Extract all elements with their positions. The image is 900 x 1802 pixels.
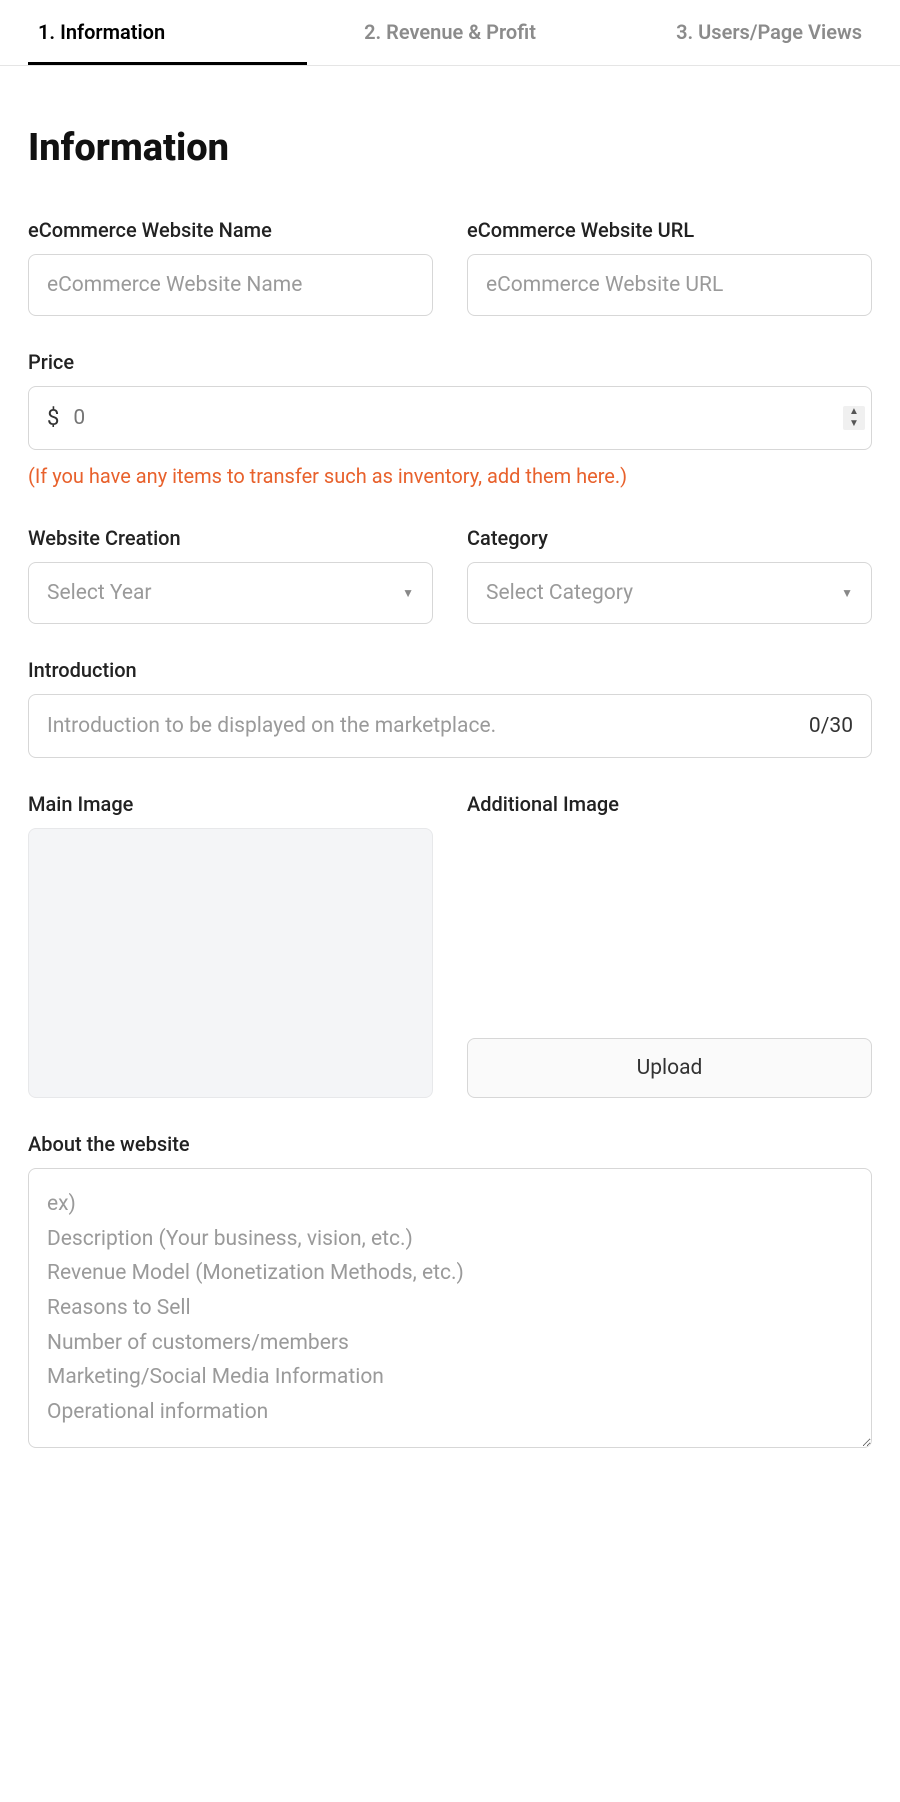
currency-symbol: $ xyxy=(47,406,59,431)
name-input[interactable] xyxy=(28,254,433,316)
intro-counter: 0/30 xyxy=(809,714,853,738)
intro-input-wrap: 0/30 xyxy=(28,694,872,758)
tab-revenue-profit[interactable]: 2. Revenue & Profit xyxy=(307,0,594,65)
tab-users-page-views[interactable]: 3. Users/Page Views xyxy=(593,0,872,65)
price-label: Price xyxy=(28,350,872,374)
about-label: About the website xyxy=(28,1132,872,1156)
category-label: Category xyxy=(467,526,872,550)
price-hint: (If you have any items to transfer such … xyxy=(28,464,872,488)
additional-image-label: Additional Image xyxy=(467,792,872,816)
creation-select[interactable]: Select Year ▼ xyxy=(28,562,433,624)
upload-button[interactable]: Upload xyxy=(467,1038,872,1098)
step-tabs: 1. Information 2. Revenue & Profit 3. Us… xyxy=(0,0,900,66)
category-select[interactable]: Select Category ▼ xyxy=(467,562,872,624)
about-textarea[interactable] xyxy=(28,1168,872,1448)
chevron-down-icon: ▼ xyxy=(841,586,853,600)
price-step-down-icon[interactable]: ▼ xyxy=(843,418,865,430)
url-label: eCommerce Website URL xyxy=(467,218,872,242)
intro-input[interactable] xyxy=(47,714,809,738)
price-spinner: ▲ ▼ xyxy=(843,406,865,430)
page-title: Information xyxy=(28,126,872,170)
price-input-wrap: $ ▲ ▼ xyxy=(28,386,872,450)
intro-label: Introduction xyxy=(28,658,872,682)
name-label: eCommerce Website Name xyxy=(28,218,433,242)
main-image-dropzone[interactable] xyxy=(28,828,433,1098)
chevron-down-icon: ▼ xyxy=(402,586,414,600)
category-placeholder: Select Category xyxy=(486,581,633,605)
main-image-label: Main Image xyxy=(28,792,433,816)
price-input[interactable] xyxy=(73,406,843,430)
url-input[interactable] xyxy=(467,254,872,316)
creation-label: Website Creation xyxy=(28,526,433,550)
creation-placeholder: Select Year xyxy=(47,581,152,605)
price-step-up-icon[interactable]: ▲ xyxy=(843,406,865,418)
tab-information[interactable]: 1. Information xyxy=(28,0,307,65)
